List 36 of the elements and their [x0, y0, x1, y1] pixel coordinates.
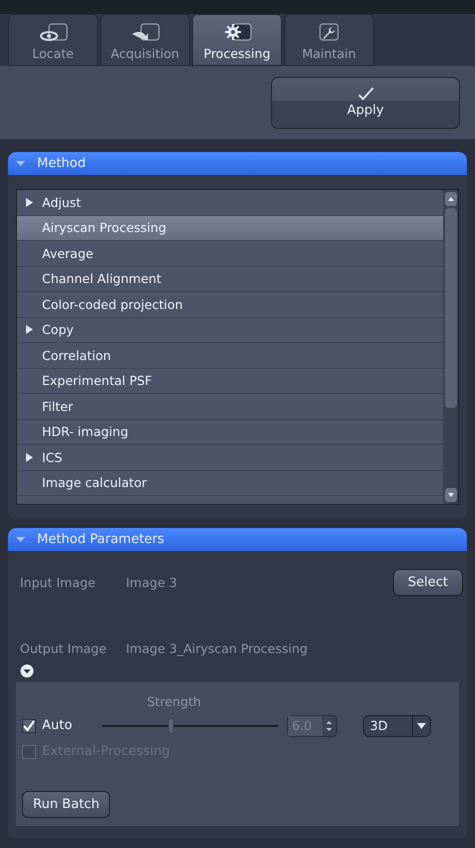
list-item[interactable]: Image calculator: [17, 470, 443, 496]
checkmark-icon: [358, 87, 374, 101]
auto-checkbox[interactable]: [22, 718, 36, 733]
tab[interactable]: Maintain: [284, 14, 374, 66]
scroll-down-icon[interactable]: [444, 488, 456, 502]
list-item[interactable]: Channel Alignment: [17, 266, 443, 292]
list-item[interactable]: HDR- imaging: [17, 420, 443, 445]
list-item[interactable]: Experimental PSF: [17, 368, 443, 394]
tab[interactable]: Processing: [192, 14, 282, 66]
scroll-thumb[interactable]: [444, 208, 456, 408]
collapse-icon[interactable]: [16, 534, 25, 544]
expand-icon[interactable]: [25, 325, 34, 334]
list-item[interactable]: Airyscan Processing: [17, 216, 443, 241]
expand-icon[interactable]: [25, 452, 34, 462]
expand-icon[interactable]: [25, 198, 34, 207]
collapse-icon[interactable]: [16, 159, 25, 168]
tab[interactable]: Acquisition: [100, 14, 190, 66]
field-label: Input Image: [20, 575, 96, 590]
eye-icon: [37, 23, 69, 43]
field-value: Image 3: [126, 575, 178, 590]
expand-icon[interactable]: [20, 664, 34, 678]
field-label: Output Image: [20, 641, 108, 656]
scroll-up-icon[interactable]: [444, 192, 456, 206]
checkbox-label: Auto: [42, 718, 74, 734]
apply-button[interactable]: Apply: [271, 76, 460, 128]
run-batch-button[interactable]: Run Batch: [22, 791, 110, 818]
strength-label: Strength: [147, 694, 202, 709]
section-title: Method Parameters: [37, 532, 164, 547]
section-title: Method: [37, 156, 86, 171]
caret-icon: [417, 722, 426, 729]
scrollbar[interactable]: [443, 190, 458, 504]
tab[interactable]: Locate: [8, 14, 98, 66]
field-value: Image 3_Airyscan Processing: [126, 641, 309, 656]
select-button[interactable]: Select: [392, 569, 463, 596]
mode-dropdown[interactable]: 3D: [363, 714, 431, 737]
list-item[interactable]: Copy: [17, 318, 443, 343]
